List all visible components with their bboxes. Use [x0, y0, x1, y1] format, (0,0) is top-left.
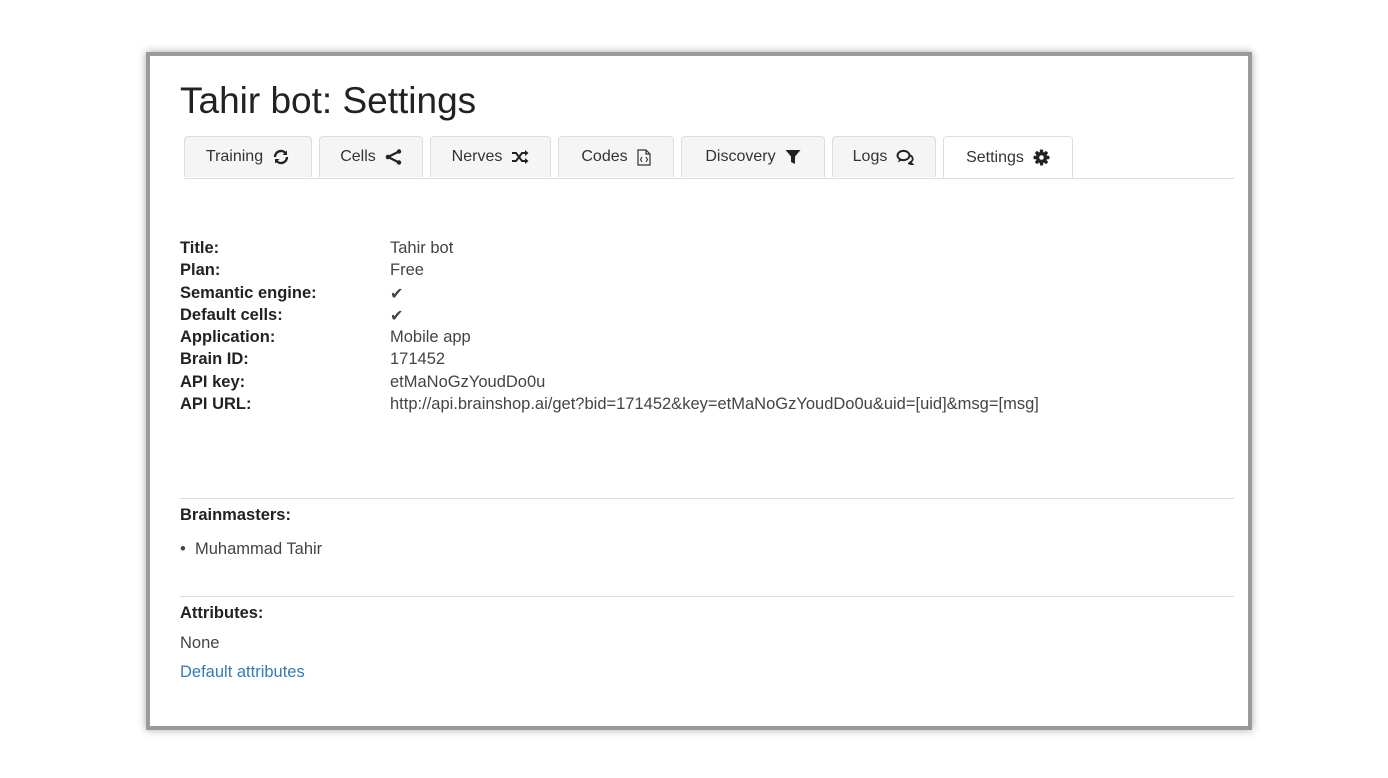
attributes-label: Attributes:	[180, 604, 264, 622]
divider	[180, 596, 1234, 597]
random-icon	[511, 149, 529, 165]
title-label: Title:	[180, 239, 220, 257]
share-icon	[385, 149, 402, 165]
tab-label: Logs	[852, 148, 888, 165]
bullet-icon: •	[180, 540, 186, 558]
tab-label: Discovery	[705, 148, 776, 165]
semantic-engine-label: Semantic engine:	[180, 283, 317, 302]
tab-label: Cells	[340, 148, 376, 165]
checkmark-icon: ✔	[390, 285, 404, 303]
attributes-value: None	[180, 634, 220, 652]
tab-discovery[interactable]: Discovery	[681, 136, 825, 177]
plan-value: Free	[390, 261, 424, 280]
default-cells-label: Default cells:	[180, 305, 283, 324]
brain-id-label: Brain ID:	[180, 350, 249, 369]
api-url-value: http://api.brainshop.ai/get?bid=171452&k…	[390, 395, 1039, 414]
tab-cells[interactable]: Cells	[319, 136, 423, 177]
default-attributes-link[interactable]: Default attributes	[180, 663, 305, 682]
checkmark-icon: ✔	[390, 307, 404, 325]
comments-icon	[896, 149, 915, 165]
tab-label: Codes	[581, 148, 628, 165]
brain-id-value: 171452	[390, 350, 446, 369]
tab-logs[interactable]: Logs	[832, 136, 936, 177]
application-value: Mobile app	[390, 328, 471, 347]
brainmaster-item: • Muhammad Tahir	[180, 540, 322, 559]
file-code-icon	[637, 148, 651, 166]
tab-bar: Training Cells Nerves Codes Discovery Lo…	[184, 136, 1234, 179]
brainmasters-label: Brainmasters:	[180, 506, 291, 524]
title-value: Tahir bot	[390, 239, 454, 257]
tab-label: Settings	[966, 148, 1024, 166]
tab-nerves[interactable]: Nerves	[430, 136, 551, 177]
api-key-label: API key:	[180, 372, 246, 391]
tab-settings[interactable]: Settings	[943, 136, 1073, 178]
plan-label: Plan:	[180, 261, 221, 280]
refresh-icon	[272, 149, 290, 165]
tab-codes[interactable]: Codes	[558, 136, 674, 177]
settings-content: Tahir bot: Settings Training Cells Nerve…	[180, 56, 1234, 726]
tab-training[interactable]: Training	[184, 136, 312, 177]
api-url-label: API URL:	[180, 395, 252, 414]
settings-window: Tahir bot: Settings Training Cells Nerve…	[146, 52, 1252, 730]
brainmaster-name: Muhammad Tahir	[195, 540, 323, 558]
filter-icon	[785, 149, 801, 165]
divider	[180, 498, 1234, 499]
tab-label: Training	[205, 148, 264, 165]
api-key-value: etMaNoGzYoudDo0u	[390, 372, 546, 391]
tab-label: Nerves	[451, 148, 503, 165]
page-title: Tahir bot: Settings	[180, 80, 477, 121]
gear-icon	[1033, 149, 1050, 166]
application-label: Application:	[180, 328, 276, 347]
